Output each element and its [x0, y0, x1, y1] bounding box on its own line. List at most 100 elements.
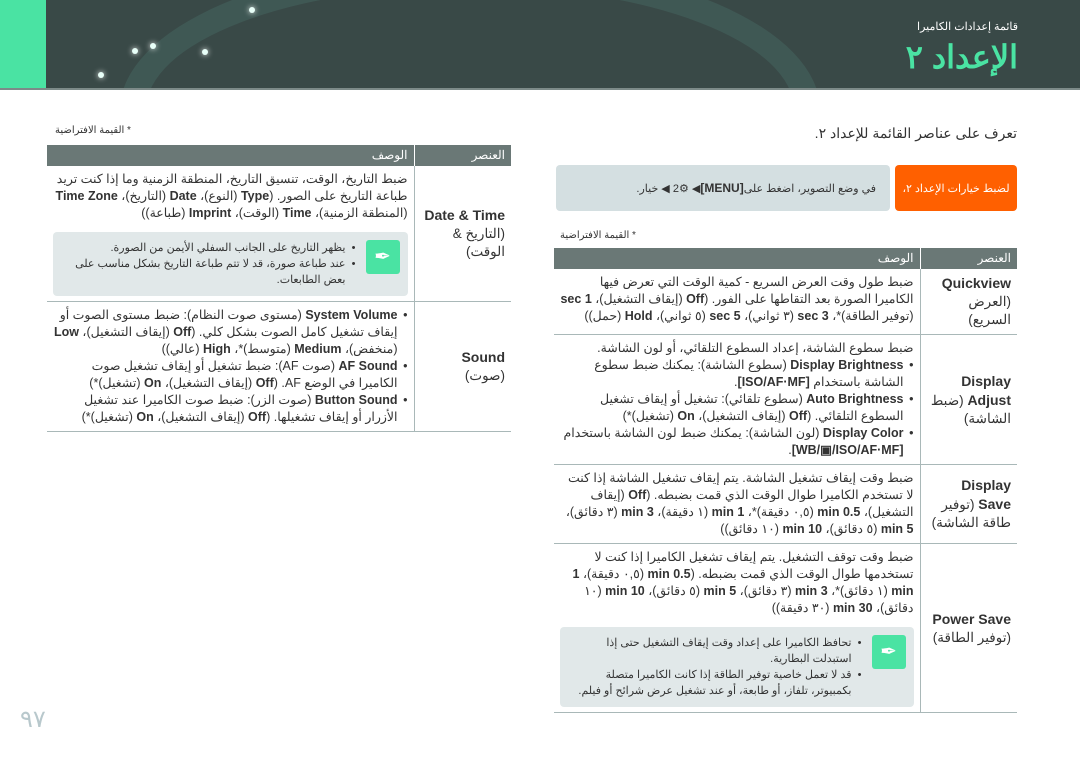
term: Off	[255, 376, 274, 390]
default-value-note: * القيمة الافتراضية	[560, 230, 636, 241]
option-item: Display Brightness (سطوع الشاشة): يمكنك …	[560, 357, 914, 391]
option-item: AF Sound (صوت AF): ضبط تشغيل أو إيقاف تش…	[53, 358, 408, 392]
term: Time	[282, 206, 312, 220]
table-row: Sound (صوت)System Volume (مستوى صوت النظ…	[46, 301, 511, 432]
sparkle-icon	[249, 7, 255, 13]
column-item: العنصر	[413, 145, 511, 166]
term: 1 min	[711, 505, 745, 519]
table-row: Date & Time (التاريخ & الوقت) ضبط التاريخ…	[46, 166, 511, 302]
default-value-note: * القيمة الافتراضية	[55, 125, 131, 136]
sparkle-icon	[150, 43, 156, 49]
instruction-text: في وضع التصوير، اضغط على [MENU] ◀ ⚙2 ◀ خ…	[556, 165, 890, 211]
sparkle-icon	[202, 49, 208, 55]
item-cell: Quickview (العرض السريع)	[919, 269, 1017, 335]
item-name: Power Save	[932, 610, 1011, 627]
column-description: الوصف	[553, 248, 920, 269]
term: Off	[248, 410, 267, 424]
intro-text: تعرف على عناصر القائمة للإعداد ٢.	[814, 125, 1017, 141]
note-item: عند طباعة صورة، قد لا تتم طباعة التاريخ …	[61, 256, 355, 288]
item-name: Quickview	[941, 275, 1011, 291]
item-cell: Display Save (توفير طاقة الشاشة)	[919, 464, 1017, 544]
term: High	[203, 342, 231, 356]
term: AF Sound	[338, 359, 398, 373]
table-header: العنصر الوصف	[553, 248, 1017, 269]
item-cell: Display Adjust (ضبط الشاشة)	[919, 334, 1017, 465]
term: Display Adjust	[961, 372, 1011, 408]
term: Sound	[461, 349, 505, 365]
term: 10 min	[605, 584, 645, 598]
description-cell: System Volume (مستوى صوت النظام): ضبط مس…	[46, 301, 414, 432]
description-cell: ضبط وقت توقف التشغيل. يتم إيقاف تشغيل ال…	[553, 543, 920, 713]
item-cell: Date & Time (التاريخ & الوقت)	[413, 166, 511, 302]
table-row: Display Adjust (ضبط الشاشة) ضبط سطوع الشا…	[553, 334, 1017, 465]
pen-note-icon: ✒	[871, 635, 906, 669]
option-item: System Volume (مستوى صوت النظام): ضبط مس…	[53, 307, 408, 358]
item-cell: Power Save (توفير الطاقة)	[919, 543, 1017, 713]
term: 5 min	[880, 522, 914, 536]
item-cell: Sound (صوت)	[413, 301, 511, 432]
page-number: ٩٧	[20, 706, 46, 733]
term: 5 sec	[709, 309, 741, 323]
sparkle-icon	[132, 48, 138, 54]
term: [ISO/AF·MF]	[737, 375, 810, 389]
term: Off	[173, 325, 192, 339]
term: Off	[789, 409, 808, 423]
description-cell: ضبط طول وقت العرض السريع - كمية الوقت ال…	[553, 269, 920, 335]
table-row: Quickview (العرض السريع) ضبط طول وقت العر…	[553, 269, 1017, 335]
term: Date & Time	[424, 207, 505, 223]
option-list: System Volume (مستوى صوت النظام): ضبط مس…	[53, 307, 408, 426]
term: Date	[169, 189, 197, 203]
description: ضبط سطوع الشاشة، إعداد السطوع التلقائي، …	[597, 341, 914, 355]
term: Display Brightness	[790, 358, 904, 372]
item-arabic: (العرض السريع)	[968, 294, 1011, 327]
term: 3 min	[794, 584, 828, 598]
term: 0.5 min	[647, 567, 691, 581]
note-box: ✒ تحافظ الكاميرا على إعداد وقت إيقاف التش…	[559, 627, 914, 707]
page-header: قائمة إعدادات الكاميرا الإعداد ٢	[0, 0, 1080, 90]
term: 1 sec	[560, 292, 592, 306]
table-row: Display Save (توفير طاقة الشاشة) ضبط وقت …	[553, 464, 1017, 544]
description: ضبط طول وقت العرض السريع - كمية الوقت ال…	[560, 275, 914, 323]
description: ضبط وقت توقف التشغيل. يتم إيقاف تشغيل ال…	[572, 550, 914, 615]
term: 3 min	[621, 505, 654, 519]
item-name: Display Adjust	[961, 372, 1011, 408]
item-name: Sound	[461, 349, 505, 365]
settings-table-right: العنصر الوصف Quickview (العرض السريع) ضبط ط…	[553, 248, 1017, 713]
term: Low	[53, 325, 79, 339]
term: 0.5 min	[817, 505, 861, 519]
item-arabic: (توفير الطاقة)	[932, 629, 1011, 645]
term: Type	[240, 189, 270, 203]
note-box: ✒ يظهر التاريخ على الجانب السفلي الأيمن م…	[52, 232, 408, 296]
term: Quickview	[941, 275, 1011, 291]
description: ضبط التاريخ، الوقت، تنسيق التاريخ، المنط…	[55, 172, 408, 220]
option-list: Display Brightness (سطوع الشاشة): يمكنك …	[560, 357, 914, 459]
settings-table-left: العنصر الوصف Date & Time (التاريخ & الوقت)…	[46, 145, 511, 432]
option-item: Button Sound (صوت الزر): ضبط صوت الكامير…	[53, 392, 408, 426]
term: On	[144, 376, 162, 390]
term: Power Save	[932, 610, 1011, 627]
item-arabic: (التاريخ & الوقت)	[452, 226, 505, 259]
description-cell: ضبط التاريخ، الوقت، تنسيق التاريخ، المنط…	[46, 166, 414, 302]
decorative-arc	[120, 0, 820, 88]
term: 30 min	[832, 601, 873, 615]
term: 3 sec	[797, 309, 829, 323]
term: 10 min	[782, 522, 823, 536]
option-item: Display Color (لون الشاشة): يمكنك ضبط لو…	[560, 425, 914, 459]
note-item: قد لا تعمل خاصية توفير الطاقة إذا كانت ا…	[568, 667, 861, 699]
sparkle-icon	[98, 72, 104, 78]
item-name: Date & Time	[424, 207, 505, 223]
term: Medium	[294, 342, 342, 356]
note-item: تحافظ الكاميرا على إعداد وقت إيقاف التشغ…	[568, 635, 861, 667]
option-item: Auto Brightness (سطوع تلقائي): تشغيل أو …	[560, 391, 914, 425]
term: On	[677, 409, 695, 423]
term: Hold	[624, 309, 653, 323]
description: ضبط وقت إيقاف تشغيل الشاشة. يتم إيقاف تش…	[565, 471, 914, 536]
table-row: Power Save (توفير الطاقة) ضبط وقت توقف ال…	[553, 543, 1017, 713]
column-item: العنصر	[919, 248, 1017, 269]
pen-note-icon: ✒	[365, 240, 400, 274]
term: Button Sound	[314, 393, 398, 407]
accent-block	[0, 0, 46, 88]
term: Off	[628, 488, 647, 502]
description-cell: ضبط سطوع الشاشة، إعداد السطوع التلقائي، …	[553, 334, 920, 465]
instruction-label: لضبط خيارات الإعداد ٢،	[895, 165, 1017, 211]
